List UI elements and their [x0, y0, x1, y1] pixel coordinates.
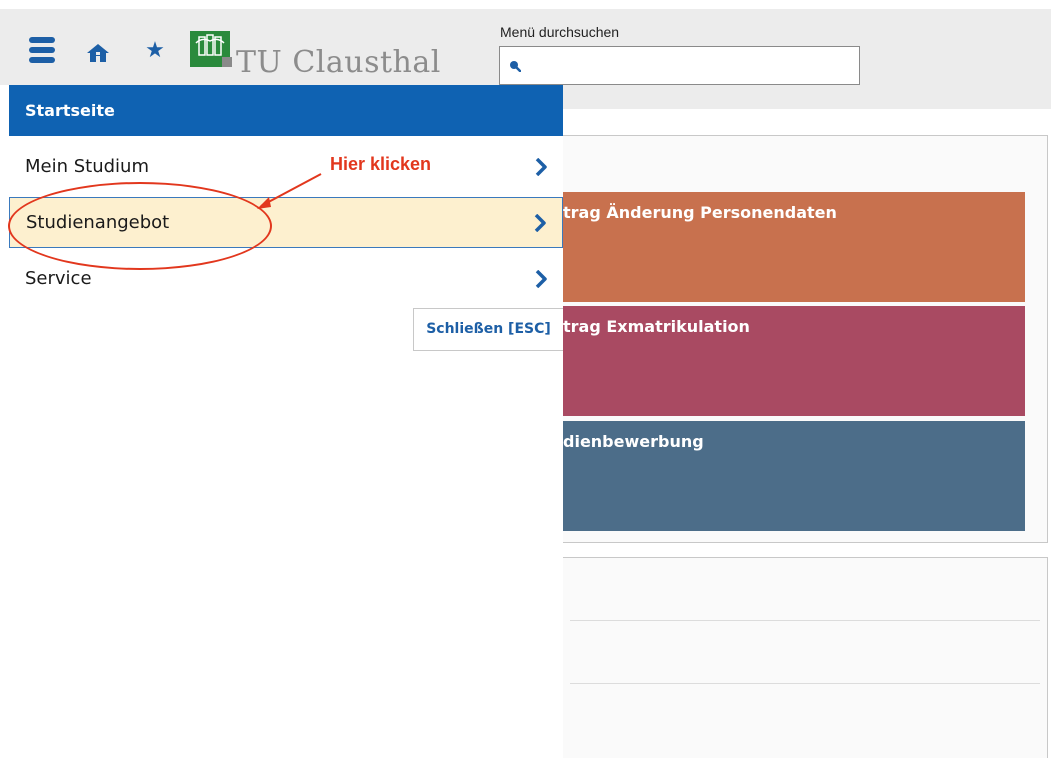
chevron-right-icon[interactable]	[535, 253, 549, 304]
divider	[570, 683, 1040, 684]
search-input[interactable]	[499, 46, 860, 85]
annotation-arrow	[257, 173, 322, 209]
menu-item-label: Service	[25, 268, 92, 289]
menu-item-label: Mein Studium	[25, 156, 149, 177]
university-logo-text[interactable]: TU Clausthal	[236, 45, 441, 80]
background-panel-lower	[563, 557, 1048, 758]
top-header: ★ TU Clausthal Menü durchsuchen	[0, 9, 1051, 85]
search-label: Menü durchsuchen	[500, 24, 620, 40]
home-icon[interactable]	[86, 43, 110, 63]
tile-personal-data-change[interactable]: trag Änderung Personendaten	[563, 192, 1025, 302]
annotation-text: Hier klicken	[330, 154, 432, 174]
tile-application[interactable]: dienbewerbung	[563, 421, 1025, 531]
chevron-right-icon[interactable]	[534, 198, 548, 247]
university-logo-mark	[190, 31, 232, 67]
tile-label: dienbewerbung	[563, 432, 704, 451]
search-icon	[510, 61, 521, 72]
divider	[570, 620, 1040, 621]
menu-item-service[interactable]: Service	[9, 253, 563, 304]
menu-icon[interactable]	[29, 37, 55, 63]
tile-label: trag Exmatrikulation	[563, 317, 750, 336]
star-icon[interactable]: ★	[143, 39, 167, 63]
close-button[interactable]: Schließen [ESC]	[413, 308, 563, 351]
tile-exmatriculation[interactable]: trag Exmatrikulation	[563, 306, 1025, 416]
drawer-title[interactable]: Startseite	[9, 85, 563, 136]
menu-item-label: Studienangebot	[26, 212, 170, 233]
chevron-right-icon[interactable]	[535, 141, 549, 192]
tile-label: trag Änderung Personendaten	[563, 203, 837, 222]
background-toolbar-strip	[563, 85, 1051, 109]
